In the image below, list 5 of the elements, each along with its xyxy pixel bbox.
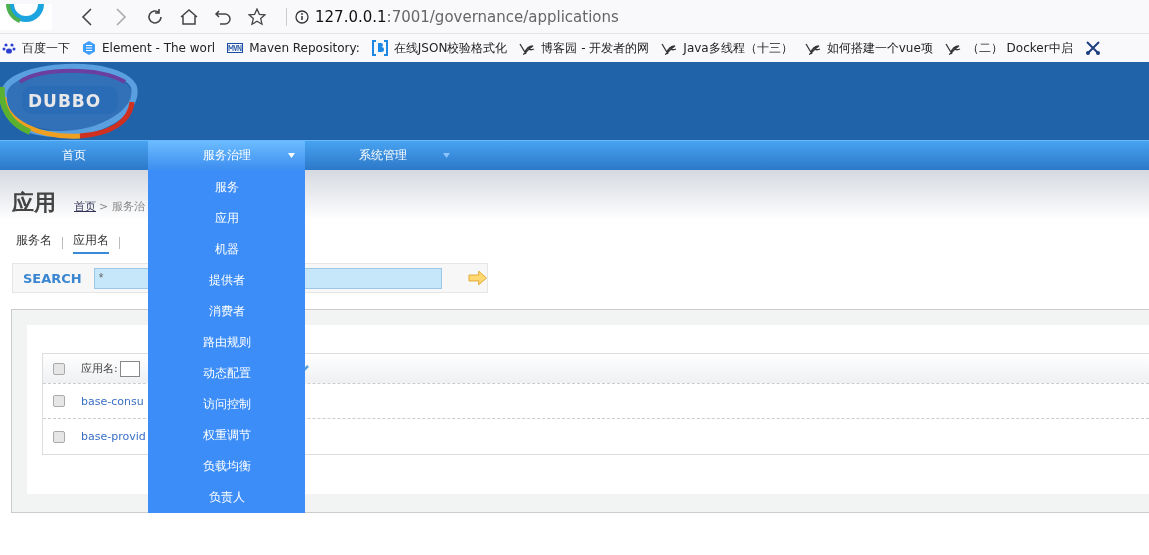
breadcrumb-text: > 服务治 xyxy=(99,199,145,214)
page-title: 应用 xyxy=(12,189,56,217)
logo-text: DUBBO xyxy=(28,91,102,111)
search-label: SEARCH xyxy=(23,270,82,286)
column-filter-label: 应用名: xyxy=(81,361,118,376)
